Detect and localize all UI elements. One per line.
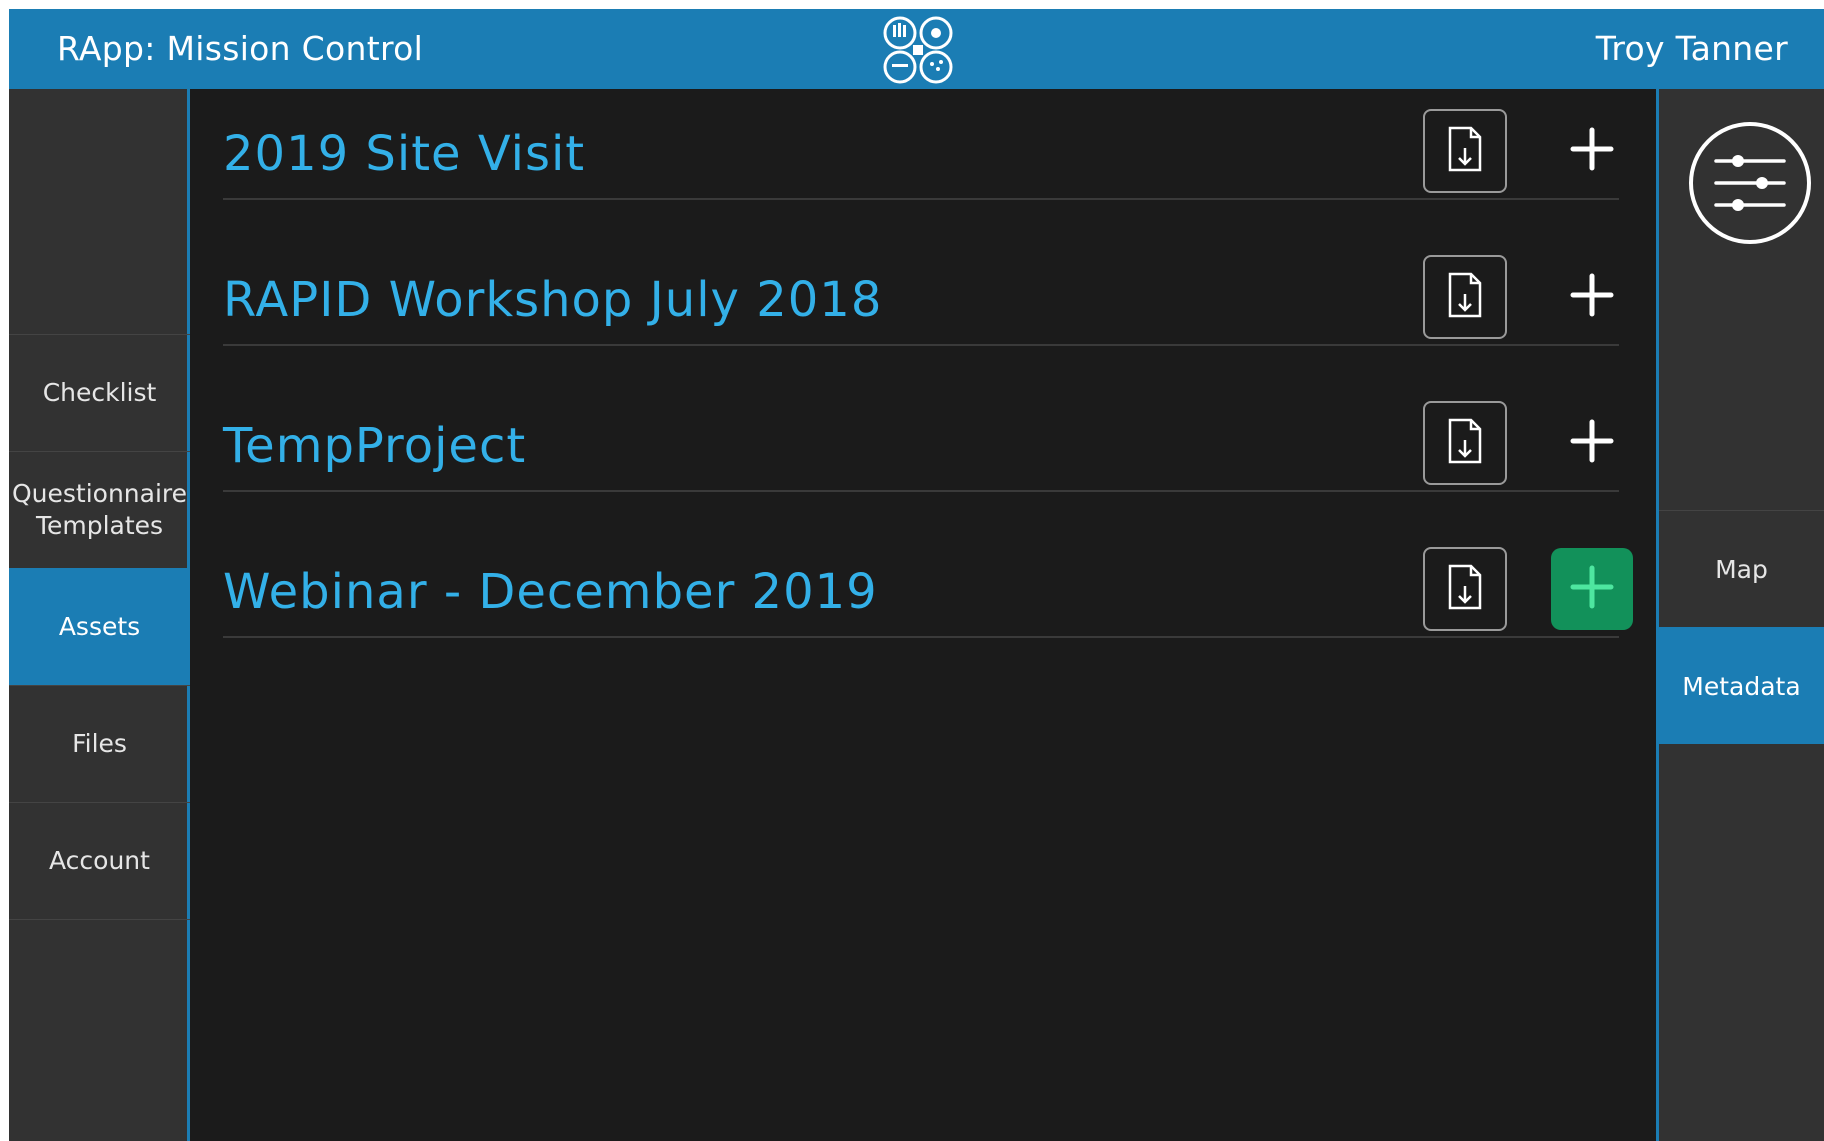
- plus-icon: [1570, 273, 1614, 321]
- sidebar-item-files[interactable]: Files: [9, 685, 190, 802]
- sidebar-item-metadata[interactable]: Metadata: [1659, 627, 1824, 744]
- app-title: RApp: Mission Control: [57, 29, 424, 68]
- project-name[interactable]: 2019 Site Visit: [223, 126, 585, 182]
- sidebar-item-label: Account: [49, 846, 150, 875]
- sidebar-item-questionnaire-templates[interactable]: Questionnaire Templates: [9, 451, 190, 568]
- download-document-button[interactable]: [1423, 547, 1507, 631]
- add-button[interactable]: [1551, 256, 1633, 338]
- header-bar: RApp: Mission Control Troy Tanner: [9, 9, 1824, 89]
- sidebar-item-label: Map: [1715, 554, 1768, 584]
- document-download-icon: [1447, 272, 1483, 322]
- plus-icon: [1570, 127, 1614, 175]
- filter-settings-button[interactable]: [1688, 121, 1812, 245]
- sidebar-item-map[interactable]: Map: [1659, 510, 1824, 627]
- add-button[interactable]: [1551, 110, 1633, 192]
- add-button[interactable]: [1551, 402, 1633, 484]
- document-download-icon: [1447, 564, 1483, 614]
- right-sidebar: Map Metadata: [1656, 89, 1824, 1141]
- list-item[interactable]: TempProject: [223, 346, 1619, 492]
- document-download-icon: [1447, 418, 1483, 468]
- list-item[interactable]: RAPID Workshop July 2018: [223, 200, 1619, 346]
- project-list: 2019 Site Visit RAPID Workshop July 2018: [193, 89, 1656, 1141]
- sidebar-item-label: Questionnaire Templates: [11, 479, 188, 540]
- sidebar-item-assets[interactable]: Assets: [9, 568, 190, 685]
- add-button[interactable]: [1551, 548, 1633, 630]
- document-download-icon: [1447, 126, 1483, 176]
- left-sidebar: Checklist Questionnaire Templates Assets…: [9, 89, 190, 1141]
- project-name[interactable]: RAPID Workshop July 2018: [223, 272, 882, 328]
- download-document-button[interactable]: [1423, 255, 1507, 339]
- sidebar-item-label: Checklist: [42, 378, 157, 407]
- sidebar-item-label: Files: [72, 729, 127, 758]
- sidebar-divider: [9, 919, 190, 920]
- row-divider: [223, 636, 1619, 638]
- sliders-icon: [1688, 122, 1812, 249]
- plus-icon: [1570, 565, 1614, 613]
- sidebar-item-checklist[interactable]: Checklist: [9, 334, 190, 451]
- project-name[interactable]: TempProject: [223, 418, 526, 474]
- sidebar-item-label: Metadata: [1682, 671, 1801, 701]
- list-item[interactable]: Webinar - December 2019: [223, 492, 1633, 638]
- rapid-logo-icon: [882, 15, 954, 85]
- project-name[interactable]: Webinar - December 2019: [223, 564, 878, 620]
- sidebar-item-account[interactable]: Account: [9, 802, 190, 919]
- download-document-button[interactable]: [1423, 109, 1507, 193]
- download-document-button[interactable]: [1423, 401, 1507, 485]
- user-name[interactable]: Troy Tanner: [1596, 9, 1788, 89]
- list-item[interactable]: 2019 Site Visit: [223, 109, 1619, 200]
- sidebar-item-label: Assets: [58, 612, 141, 641]
- app-window: RApp: Mission Control Troy Tanner Checkl…: [9, 9, 1824, 1141]
- plus-icon: [1570, 419, 1614, 467]
